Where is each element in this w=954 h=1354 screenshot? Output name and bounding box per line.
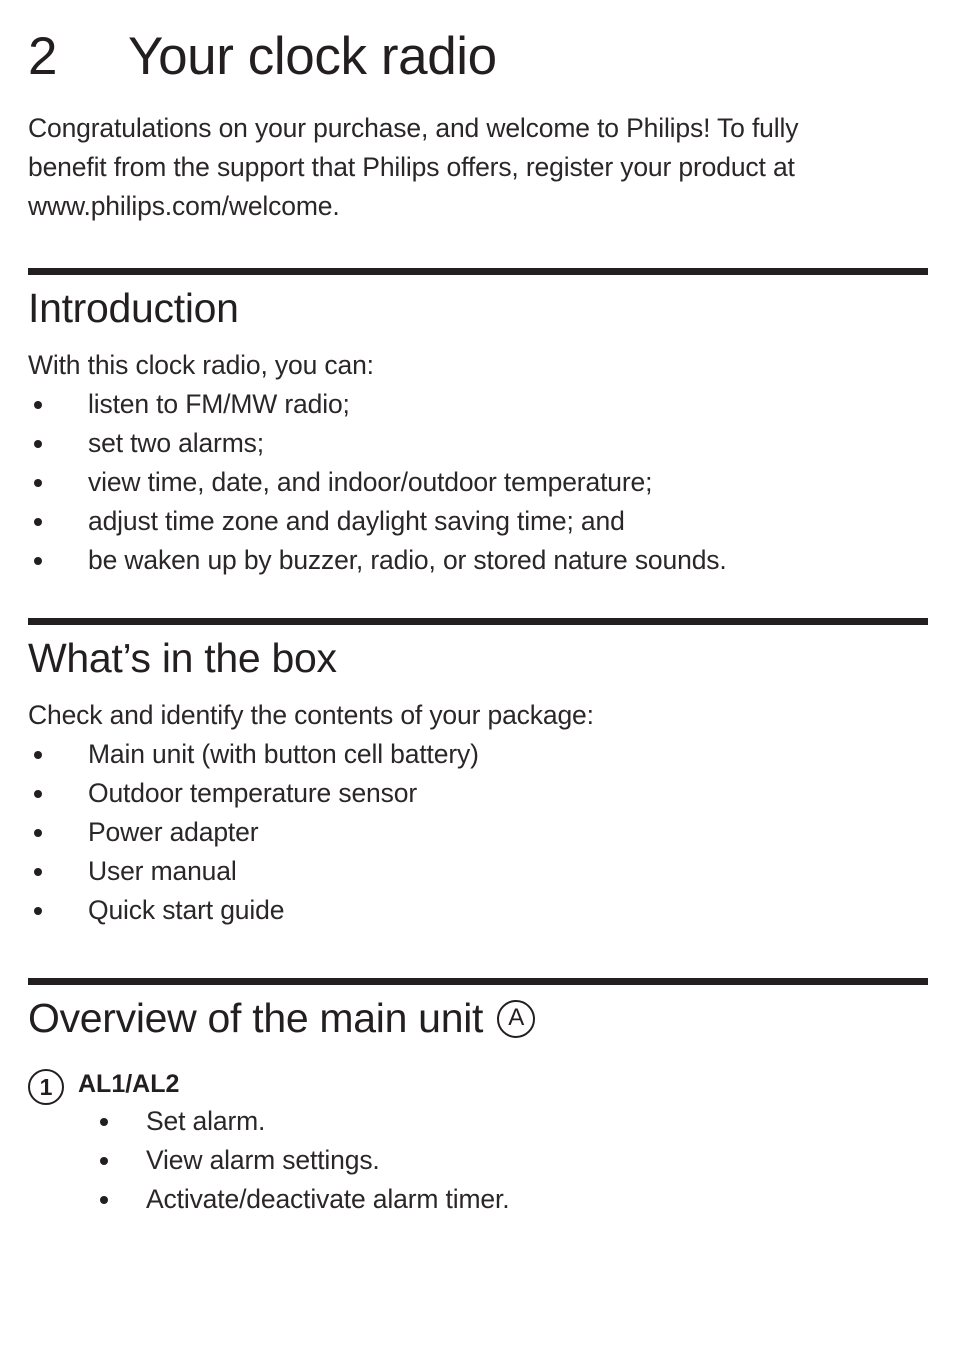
list-item: View alarm settings. (78, 1141, 928, 1180)
bullet-dot-icon (34, 790, 42, 799)
list-item-label: Main unit (with button cell battery) (88, 739, 479, 770)
list-item-label: view time, date, and indoor/outdoor temp… (88, 467, 653, 498)
section-heading-text: What’s in the box (28, 635, 337, 682)
section-heading-text: Introduction (28, 285, 239, 332)
manual-page: 2 Your clock radio Congratulations on yo… (0, 0, 954, 1354)
list-item: User manual (28, 852, 928, 891)
list-item-label: View alarm settings. (146, 1145, 380, 1176)
list-item-label: listen to FM/MW radio; (88, 389, 350, 420)
bullet-dot-icon (34, 829, 42, 838)
list-item-label: Set alarm. (146, 1106, 266, 1137)
chapter-number: 2 (28, 27, 58, 86)
list-item-label: Outdoor temperature sensor (88, 778, 417, 809)
bullet-dot-icon (100, 1118, 108, 1127)
list-item: Power adapter (28, 813, 928, 852)
section-rule-whats-in-the-box (28, 618, 928, 626)
list-item: be waken up by buzzer, radio, or stored … (28, 541, 928, 580)
bullet-list-whats-in-the-box: Main unit (with button cell battery) Out… (28, 735, 928, 930)
bullet-dot-icon (100, 1157, 108, 1166)
list-item: Quick start guide (28, 891, 928, 930)
list-item-label: User manual (88, 856, 237, 887)
bullet-dot-icon (34, 440, 42, 449)
list-item: set two alarms; (28, 424, 928, 463)
bullet-list-callout-1: Set alarm. View alarm settings. Activate… (78, 1102, 928, 1219)
section-heading-whats-in-the-box: What’s in the box (28, 637, 928, 680)
bullet-dot-icon (34, 751, 42, 760)
section-heading-text: Overview of the main unit (28, 995, 484, 1042)
bullet-dot-icon (34, 401, 42, 410)
callout-body: AL1/AL2 Set alarm. View alarm settings. … (64, 1066, 928, 1219)
bullet-dot-icon (34, 907, 42, 916)
page-content: 2 Your clock radio Congratulations on yo… (28, 0, 928, 1219)
list-item: Outdoor temperature sensor (28, 774, 928, 813)
chapter-title-text: Your clock radio (128, 27, 497, 86)
section-heading-introduction: Introduction (28, 287, 928, 330)
bullet-dot-icon (34, 557, 42, 566)
callout-item-1: 1 AL1/AL2 Set alarm. View alarm settings… (28, 1066, 928, 1219)
section-lead-whats-in-the-box: Check and identify the contents of your … (28, 700, 594, 731)
list-item: Set alarm. (78, 1102, 928, 1141)
bullet-dot-icon (34, 868, 42, 877)
section-heading-overview-of-the-main-unit: Overview of the main unit A (28, 997, 928, 1040)
list-item: adjust time zone and daylight saving tim… (28, 502, 928, 541)
list-item-label: adjust time zone and daylight saving tim… (88, 506, 625, 537)
bullet-dot-icon (34, 518, 42, 527)
list-item: view time, date, and indoor/outdoor temp… (28, 463, 928, 502)
list-item: Main unit (with button cell battery) (28, 735, 928, 774)
intro-paragraph: Congratulations on your purchase, and we… (28, 113, 799, 222)
bullet-dot-icon (34, 479, 42, 488)
list-item: listen to FM/MW radio; (28, 385, 928, 424)
section-lead-introduction: With this clock radio, you can: (28, 350, 374, 381)
chapter-title: 2 Your clock radio (28, 0, 928, 85)
section-rule-overview-of-the-main-unit (28, 978, 928, 986)
circled-number-1-icon: 1 (28, 1069, 64, 1106)
list-item: Activate/deactivate alarm timer. (78, 1180, 928, 1219)
circled-letter-a-icon: A (497, 999, 536, 1038)
bullet-dot-icon (100, 1196, 108, 1205)
bullet-list-introduction: listen to FM/MW radio; set two alarms; v… (28, 385, 928, 580)
list-item-label: be waken up by buzzer, radio, or stored … (88, 545, 727, 576)
list-item-label: Power adapter (88, 817, 259, 848)
section-rule-introduction (28, 268, 928, 276)
callout-label: AL1/AL2 (78, 1070, 180, 1099)
list-item-label: set two alarms; (88, 428, 264, 459)
list-item-label: Activate/deactivate alarm timer. (146, 1184, 510, 1215)
list-item-label: Quick start guide (88, 895, 285, 926)
